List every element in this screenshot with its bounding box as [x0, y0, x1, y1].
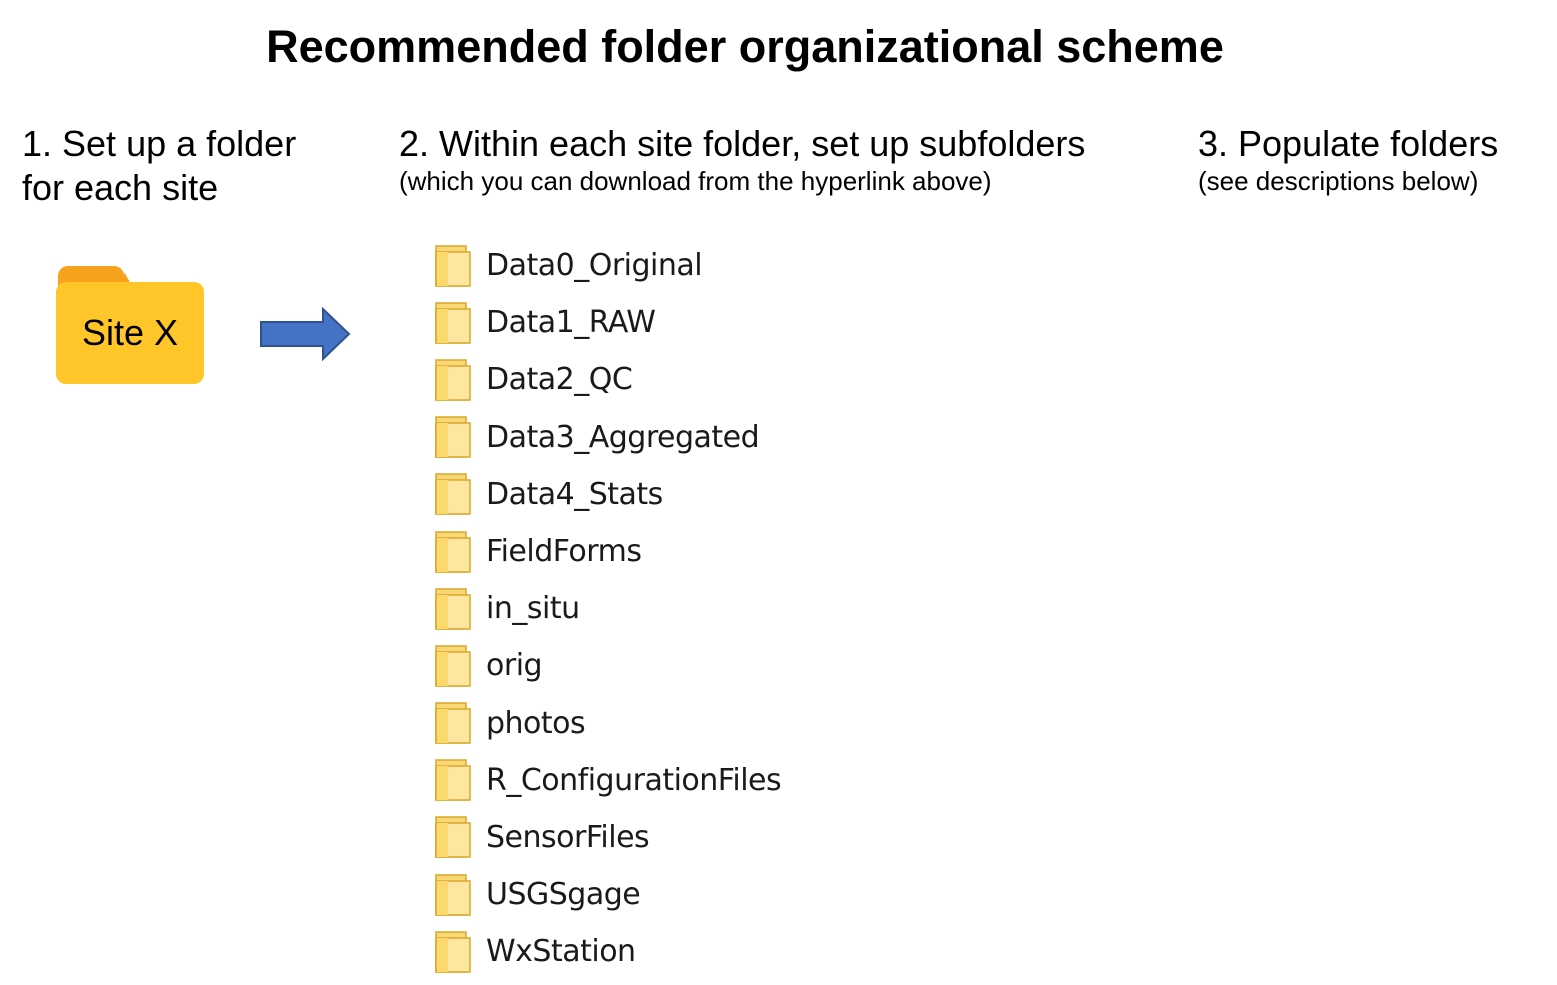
subfolder-item-4[interactable]: Data4_Stats — [434, 466, 781, 523]
folder-icon — [435, 873, 471, 916]
subfolder-name: SensorFiles — [486, 819, 650, 855]
folder-icon — [435, 302, 471, 344]
step-3-line-1: 3. Populate folders — [1198, 123, 1499, 164]
site-folder-label: Site X — [81, 312, 179, 353]
step-1-label: 1. Set up a folder for each site — [22, 122, 296, 210]
subfolder-item-9[interactable]: R_ConfigurationFiles — [434, 752, 782, 809]
subfolder-name: Data4_Stats — [486, 476, 663, 512]
subfolder-item-0[interactable]: Data0_Original — [434, 237, 781, 294]
subfolder-name: Data2_QC — [486, 362, 633, 398]
subfolder-item-6[interactable]: in_situ — [434, 580, 781, 637]
step-2-label: 2. Within each site folder, set up subfo… — [399, 122, 1085, 196]
subfolder-item-7[interactable]: orig — [434, 637, 781, 694]
subfolder-item-12[interactable]: WxStation — [434, 923, 781, 980]
right-arrow-icon — [260, 307, 351, 361]
site-folder-body: Site X — [56, 282, 204, 384]
folder-icon — [435, 702, 471, 744]
folder-icon — [435, 416, 471, 458]
step-3-note: (see descriptions below) — [1198, 166, 1479, 196]
subfolder-item-1[interactable]: Data1_RAW — [434, 294, 781, 351]
folder-icon — [435, 645, 471, 687]
arrow-shape — [260, 307, 351, 361]
step-2-line-1: 2. Within each site folder, set up subfo… — [399, 123, 1086, 164]
subfolder-name: USGSgage — [486, 877, 641, 913]
subfolder-item-2[interactable]: Data2_QC — [434, 351, 781, 408]
folder-icon — [435, 530, 471, 573]
step-1-line-1: 1. Set up a folder — [22, 123, 297, 164]
subfolder-name: Data1_RAW — [486, 305, 656, 341]
subfolder-name: WxStation — [486, 934, 636, 970]
folder-icon — [435, 759, 471, 802]
subfolder-item-5[interactable]: FieldForms — [434, 523, 781, 580]
subfolder-name: in_situ — [486, 591, 580, 627]
subfolder-item-8[interactable]: photos — [434, 695, 781, 752]
subfolder-list: Data0_Original Data1_RAW Data2_QC Data3_… — [434, 237, 782, 980]
subfolder-name: Data0_Original — [486, 248, 703, 284]
site-folder-icon: Site X — [56, 266, 206, 386]
folder-icon — [435, 359, 471, 401]
subfolder-name: orig — [486, 648, 543, 684]
step-3-label: 3. Populate folders (see descriptions be… — [1198, 122, 1498, 196]
subfolder-item-10[interactable]: SensorFiles — [434, 809, 781, 866]
subfolder-name: Data3_Aggregated — [486, 419, 760, 455]
subfolder-name: R_ConfigurationFiles — [486, 762, 782, 798]
subfolder-item-3[interactable]: Data3_Aggregated — [434, 409, 781, 466]
subfolder-name: photos — [486, 705, 586, 741]
subfolder-name: FieldForms — [486, 534, 642, 570]
folder-icon — [435, 931, 471, 973]
folder-icon — [435, 244, 471, 287]
step-2-note: (which you can download from the hyperli… — [399, 166, 992, 196]
folder-icon — [435, 816, 471, 859]
page-title: Recommended folder organizational scheme — [266, 21, 1224, 72]
step-1-line-2: for each site — [22, 167, 219, 208]
folder-icon — [435, 587, 471, 630]
folder-icon — [435, 473, 471, 516]
subfolder-item-11[interactable]: USGSgage — [434, 866, 781, 923]
